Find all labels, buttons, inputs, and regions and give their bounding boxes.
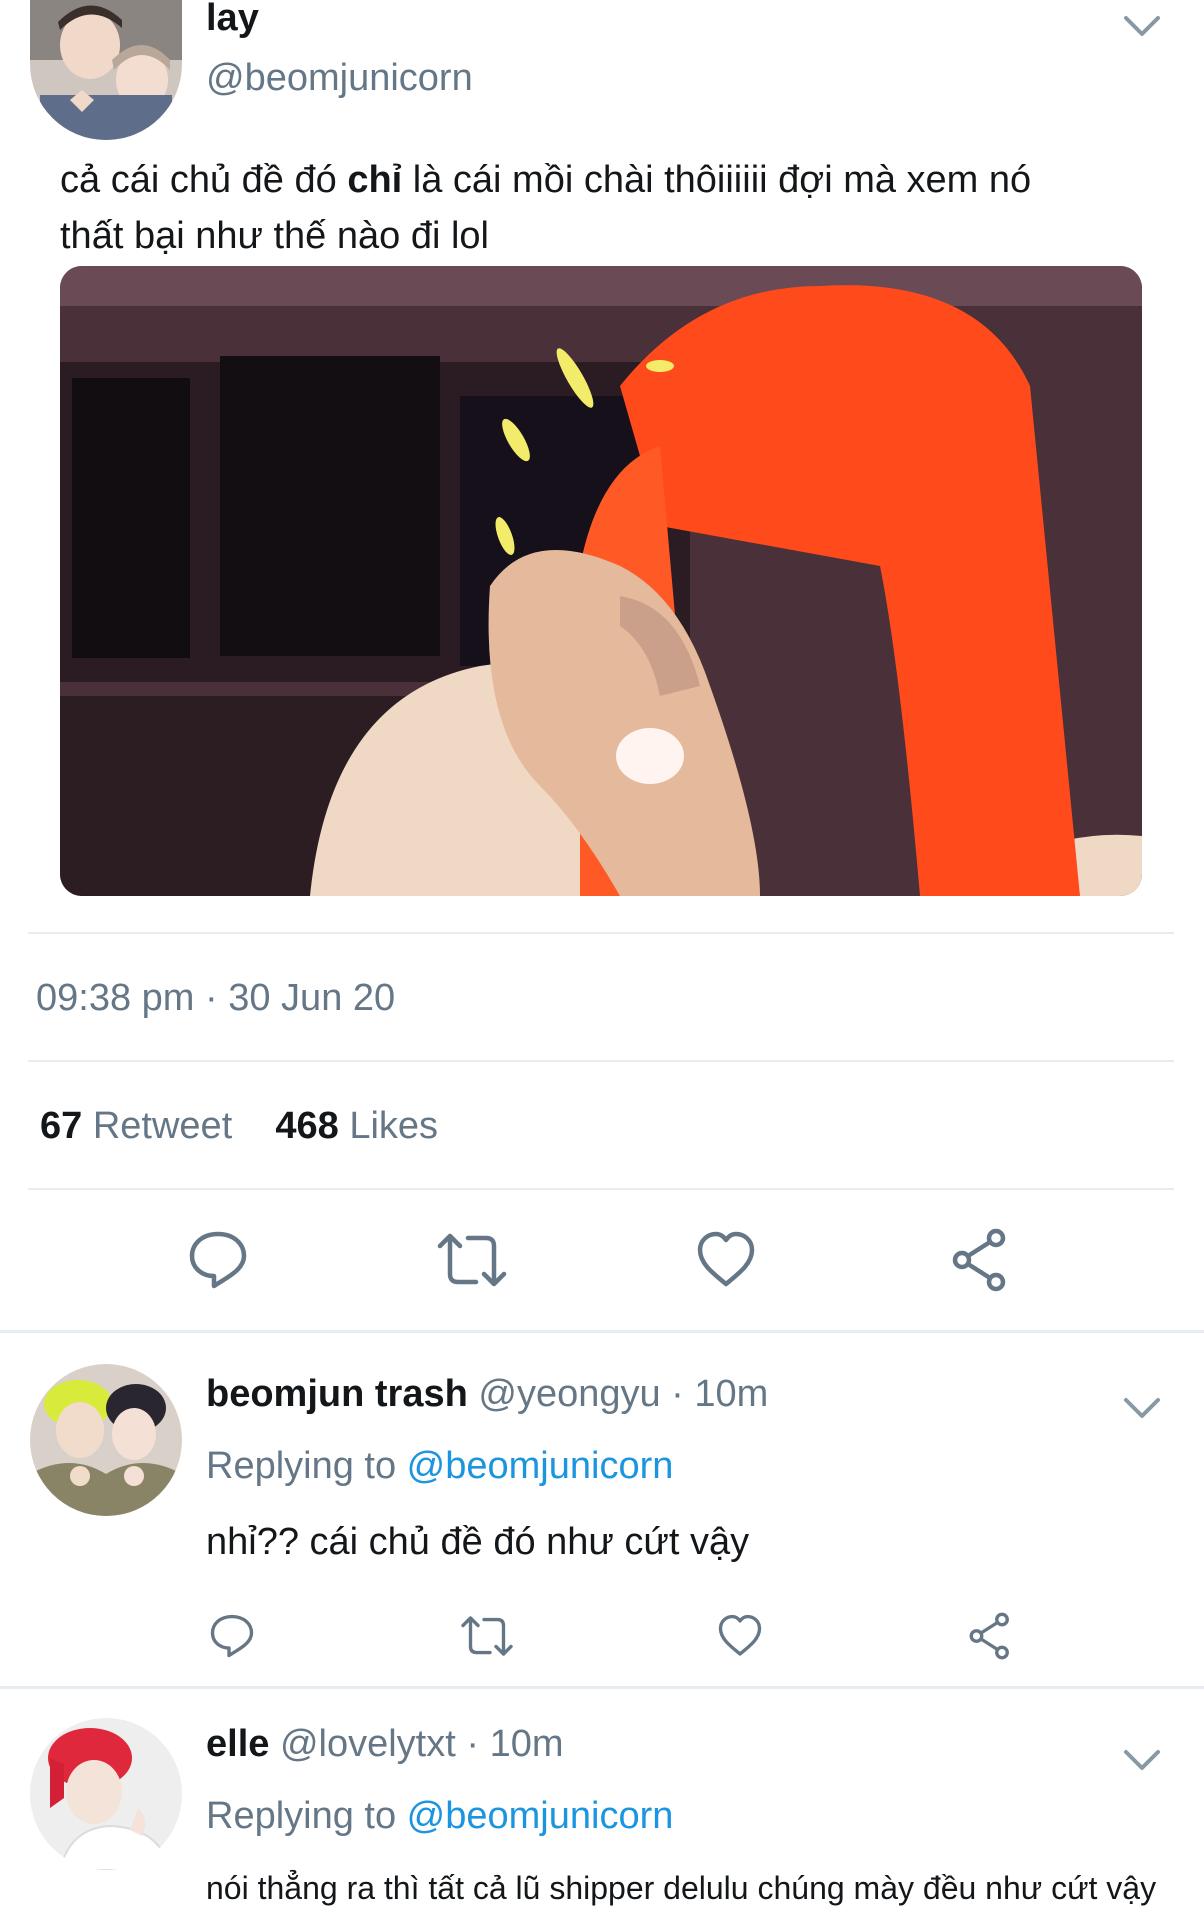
- reply-icon: [189, 1231, 247, 1289]
- like-count[interactable]: 468 Likes: [275, 1105, 438, 1147]
- replying-to: Replying to @beomjunicorn: [206, 1795, 674, 1837]
- author-name[interactable]: lay: [206, 0, 259, 40]
- section-divider: [0, 1686, 1204, 1689]
- reply-text: nhỉ?? cái chủ đề đó như cứt vậy: [206, 1521, 750, 1563]
- replying-to: Replying to @beomjunicorn: [206, 1445, 674, 1487]
- chevron-down-icon[interactable]: [1118, 1384, 1166, 1432]
- avatar[interactable]: [30, 1364, 182, 1516]
- share-icon: [952, 1228, 1006, 1292]
- author-handle[interactable]: @lovelytxt: [280, 1723, 456, 1765]
- reply-text: nói thẳng ra thì tất cả lũ shipper delul…: [206, 1870, 1157, 1906]
- divider: [28, 1060, 1174, 1062]
- author-name[interactable]: elle: [206, 1723, 269, 1765]
- reply-icon: [210, 1614, 254, 1658]
- reply-button[interactable]: [186, 1228, 250, 1297]
- avatar[interactable]: [30, 0, 182, 140]
- retweet-icon: [437, 1233, 507, 1287]
- share-button[interactable]: [948, 1228, 1012, 1297]
- tweet-time: 09:38 pm: [36, 977, 195, 1019]
- author-name[interactable]: beomjun trash: [206, 1373, 468, 1415]
- avatar[interactable]: [30, 1718, 182, 1870]
- chevron-down-icon[interactable]: [1118, 2, 1166, 50]
- share-icon: [969, 1612, 1009, 1660]
- author-handle[interactable]: @yeongyu: [478, 1373, 660, 1415]
- retweet-icon: [461, 1616, 513, 1656]
- replying-to-link[interactable]: @beomjunicorn: [407, 1445, 674, 1487]
- like-button[interactable]: [716, 1612, 764, 1665]
- share-button[interactable]: [966, 1612, 1014, 1665]
- heart-icon: [718, 1614, 762, 1656]
- tweet-date: 30 Jun 20: [228, 977, 396, 1019]
- tweet-text-line-2: thất bại như thế nào đi lol: [60, 215, 489, 257]
- author-handle[interactable]: @beomjunicorn: [206, 56, 473, 100]
- reply-header: elle @lovelytxt · 10m: [206, 1723, 564, 1765]
- tweet-text-line-1: cả cái chủ đề đó chỉ là cái mồi chài thô…: [60, 159, 1032, 201]
- tweet-timestamp[interactable]: 09:38 pm · 30 Jun 20: [36, 976, 395, 1020]
- section-divider: [0, 1330, 1204, 1333]
- reply-time: 10m: [489, 1723, 564, 1765]
- heart-icon: [697, 1231, 755, 1287]
- divider: [28, 1188, 1174, 1190]
- tweet-media-image[interactable]: [60, 266, 1142, 896]
- reply-time: 10m: [694, 1373, 769, 1415]
- reply-button[interactable]: [208, 1612, 256, 1665]
- chevron-down-icon[interactable]: [1118, 1736, 1166, 1784]
- retweet-button[interactable]: [460, 1612, 514, 1665]
- tweet-text-bold: chỉ: [347, 159, 403, 201]
- retweet-button[interactable]: [436, 1228, 508, 1297]
- retweet-count[interactable]: 67 Retweet: [40, 1105, 232, 1147]
- replying-to-link[interactable]: @beomjunicorn: [407, 1795, 674, 1837]
- like-button[interactable]: [694, 1228, 758, 1297]
- reply-header: beomjun trash @yeongyu · 10m: [206, 1373, 769, 1415]
- tweet-text: cả cái chủ đề đó chỉ là cái mồi chài thô…: [60, 152, 1160, 264]
- divider: [28, 932, 1174, 934]
- tweet-stats: 67 Retweet 468 Likes: [40, 1104, 438, 1148]
